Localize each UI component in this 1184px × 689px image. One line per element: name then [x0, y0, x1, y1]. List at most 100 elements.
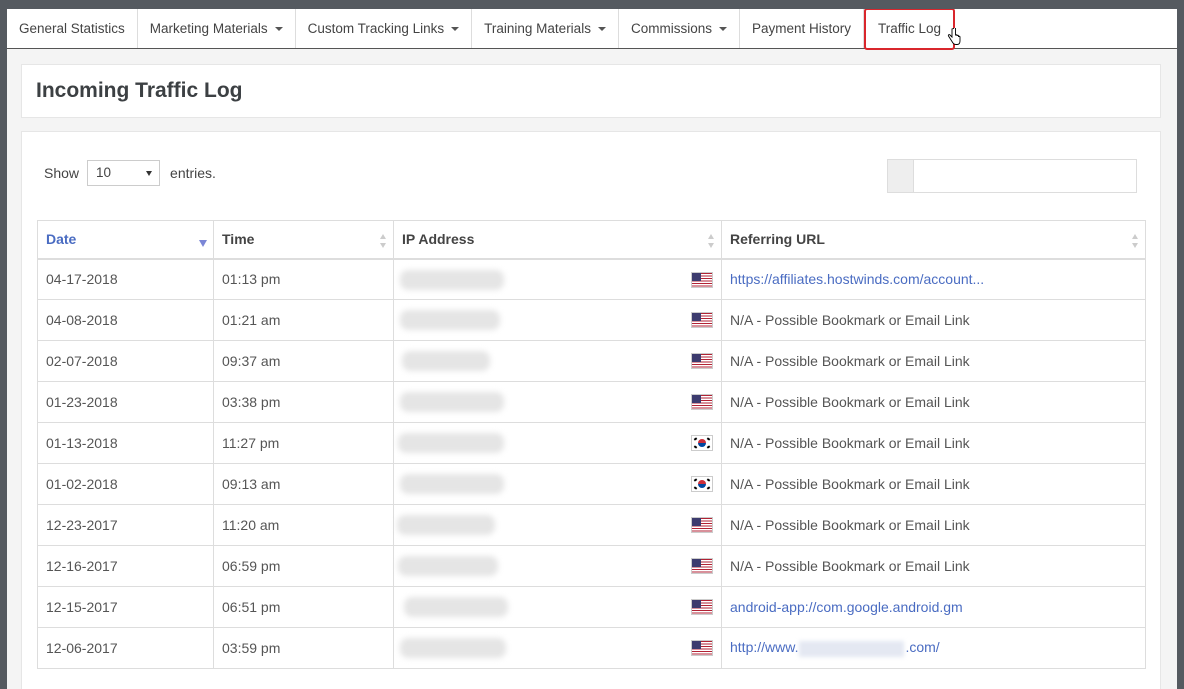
cell-referring-url: N/A - Possible Bookmark or Email Link	[721, 340, 1146, 382]
tab-commissions[interactable]: Commissions	[619, 9, 740, 48]
kr-flag-icon	[691, 435, 713, 451]
redacted-ip	[404, 597, 508, 617]
column-header-label: IP Address	[402, 231, 475, 248]
cell-referring-url: N/A - Possible Bookmark or Email Link	[721, 381, 1146, 423]
us-flag-icon	[691, 312, 713, 328]
table-body: 04-17-2018 01:13 pm https://affiliates.hos…	[37, 258, 1146, 669]
referring-url-link[interactable]: https://affiliates.hostwinds.com/account…	[730, 271, 984, 287]
redacted-ip	[400, 310, 500, 330]
us-flag-icon	[691, 558, 713, 574]
url-prefix: http://www.	[730, 639, 799, 656]
cell-date: 02-07-2018	[37, 340, 214, 382]
hand-cursor-icon	[947, 28, 961, 45]
cell-ip-address	[393, 586, 722, 628]
select-arrow-icon	[146, 171, 153, 176]
app-frame: General Statistics Marketing Materials Cus…	[7, 9, 1177, 689]
url-suffix: .com/	[905, 639, 940, 656]
tab-payment-history[interactable]: Payment History	[740, 9, 864, 48]
cell-date: 04-08-2018	[37, 299, 214, 341]
redacted-ip	[400, 269, 504, 290]
caret-down-icon	[274, 26, 283, 31]
column-header-referring-url[interactable]: Referring URL	[721, 220, 1146, 260]
tab-custom-tracking-links[interactable]: Custom Tracking Links	[296, 9, 473, 48]
table-row: 02-07-2018 09:37 am N/A - Possible Bookmar…	[37, 340, 1146, 382]
entries-select[interactable]: 10	[87, 160, 161, 186]
cell-ip-address	[393, 299, 722, 341]
cell-ip-address	[393, 422, 722, 464]
sort-icon	[380, 234, 387, 248]
redacted-ip	[398, 433, 504, 453]
cell-ip-address	[393, 627, 722, 669]
kr-flag-icon	[691, 476, 713, 492]
caret-down-icon	[597, 26, 606, 31]
tab-label: Traffic Log	[878, 21, 942, 36]
tab-training-materials[interactable]: Training Materials	[472, 9, 619, 48]
cell-ip-address	[393, 381, 722, 423]
caret-down-icon	[451, 26, 460, 31]
traffic-log-panel: Show 10 entries. Date Time IP Address Re…	[21, 131, 1161, 689]
cell-date: 12-16-2017	[37, 545, 214, 587]
traffic-log-table: Date Time IP Address Referring URL 04-17…	[37, 220, 1146, 669]
page-title: Incoming Traffic Log	[36, 79, 243, 102]
cell-referring-url: https://affiliates.hostwinds.com/account…	[721, 258, 1146, 300]
redacted-ip	[400, 474, 504, 494]
redacted-ip	[397, 515, 495, 535]
cell-date: 01-13-2018	[37, 422, 214, 464]
entries-select-value: 10	[96, 165, 112, 180]
tab-label: Training Materials	[484, 20, 591, 36]
column-header-label: Referring URL	[730, 231, 825, 248]
cell-date: 04-17-2018	[37, 258, 214, 300]
table-row: 01-23-2018 03:38 pm N/A - Possible Bookmar…	[37, 381, 1146, 423]
redacted-ip	[402, 351, 490, 371]
redacted-domain	[799, 640, 905, 657]
table-header-row: Date Time IP Address Referring URL	[37, 220, 1146, 260]
cell-date: 01-23-2018	[37, 381, 214, 423]
cell-ip-address	[393, 504, 722, 546]
column-header-time[interactable]: Time	[213, 220, 394, 260]
cell-referring-url: N/A - Possible Bookmark or Email Link	[721, 422, 1146, 464]
cell-time: 03:38 pm	[213, 381, 394, 423]
sort-desc-icon	[199, 240, 207, 247]
tab-label: Commissions	[630, 20, 712, 36]
tab-label: Payment History	[751, 20, 851, 36]
cell-time: 09:37 am	[213, 340, 394, 382]
cell-referring-url: N/A - Possible Bookmark or Email Link	[721, 463, 1146, 505]
cell-referring-url: N/A - Possible Bookmark or Email Link	[721, 504, 1146, 546]
search-input[interactable]	[887, 159, 1137, 193]
cell-time: 06:51 pm	[213, 586, 394, 628]
table-row: 01-13-2018 11:27 pm N/A - Possible Bookmar…	[37, 422, 1146, 464]
us-flag-icon	[691, 640, 713, 656]
tab-marketing-materials[interactable]: Marketing Materials	[138, 9, 296, 48]
redacted-ip	[400, 638, 506, 658]
cell-time: 01:13 pm	[213, 258, 394, 300]
cell-ip-address	[393, 340, 722, 382]
us-flag-icon	[691, 517, 713, 533]
table-row: 04-08-2018 01:21 am N/A - Possible Bookmar…	[37, 299, 1146, 341]
cell-date: 01-02-2018	[37, 463, 214, 505]
cell-ip-address	[393, 258, 722, 300]
cell-referring-url: N/A - Possible Bookmark or Email Link	[721, 299, 1146, 341]
cell-referring-url: android-app://com.google.android.gm	[721, 586, 1146, 628]
referring-url-link[interactable]: android-app://com.google.android.gm	[730, 599, 963, 615]
cell-time: 11:20 am	[213, 504, 394, 546]
tab-label: General Statistics	[19, 20, 125, 36]
table-row: 04-17-2018 01:13 pm https://affiliates.hos…	[37, 258, 1146, 300]
cell-referring-url: N/A - Possible Bookmark or Email Link	[721, 545, 1146, 587]
column-header-label: Date	[46, 231, 77, 248]
column-header-ip-address[interactable]: IP Address	[393, 220, 722, 260]
cell-ip-address	[393, 545, 722, 587]
redacted-ip	[398, 556, 498, 576]
referring-url-link[interactable]: http://www. .com/	[730, 639, 940, 657]
tab-general-statistics[interactable]: General Statistics	[7, 9, 138, 48]
us-flag-icon	[691, 271, 713, 288]
title-panel: Incoming Traffic Log	[21, 64, 1161, 118]
table-row: 12-15-2017 06:51 pm android-app://com.goog…	[37, 586, 1146, 628]
sort-icon	[708, 234, 715, 248]
table-row: 12-23-2017 11:20 am N/A - Possible Bookmar…	[37, 504, 1146, 546]
table-row: 12-16-2017 06:59 pm N/A - Possible Bookmar…	[37, 545, 1146, 587]
cell-date: 12-06-2017	[37, 627, 214, 669]
cell-time: 03:59 pm	[213, 627, 394, 669]
tab-traffic-log[interactable]: Traffic Log	[864, 9, 961, 50]
redacted-ip	[400, 392, 504, 412]
column-header-date[interactable]: Date	[37, 220, 214, 260]
